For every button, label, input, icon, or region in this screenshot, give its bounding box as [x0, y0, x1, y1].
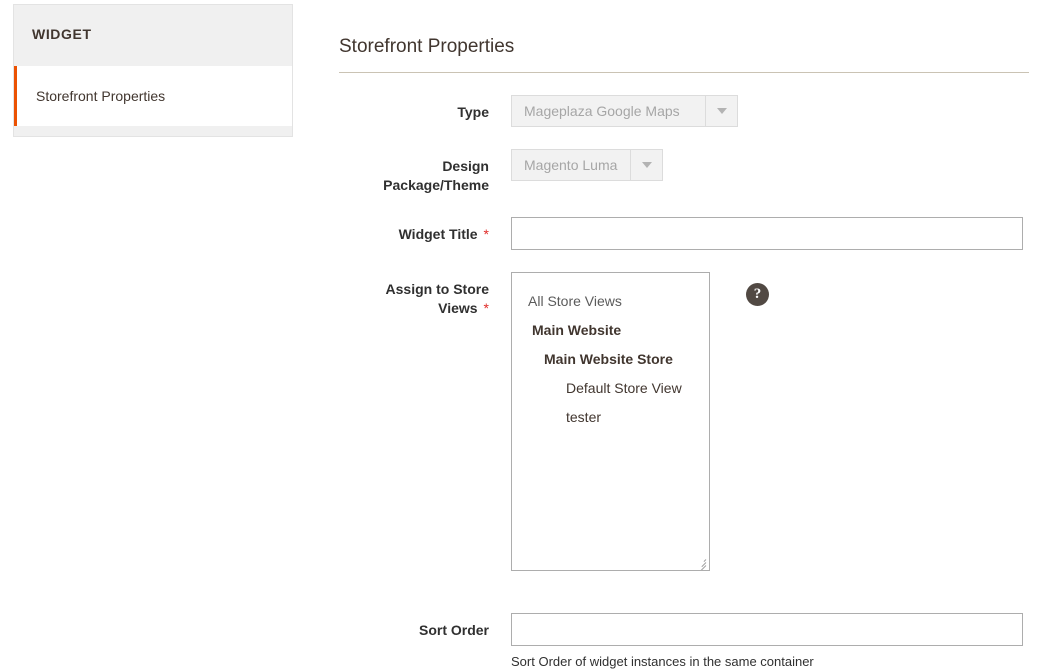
sidebar-item-label: Storefront Properties: [36, 88, 165, 104]
design-package-select-value: Magento Luma: [512, 150, 630, 180]
list-item[interactable]: Main Website: [512, 316, 709, 345]
sort-order-note: Sort Order of widget instances in the sa…: [511, 654, 814, 669]
field-label-type-text: Type: [457, 104, 489, 120]
field-control-assign-store-views: All Store Views Main Website Main Websit…: [511, 272, 769, 571]
design-package-select[interactable]: Magento Luma: [511, 149, 663, 181]
type-select[interactable]: Mageplaza Google Maps: [511, 95, 738, 127]
field-label-assign-store-views-text: Assign to Store Views: [386, 281, 489, 316]
field-row-sort-order: Sort Order Sort Order of widget instance…: [339, 613, 1029, 669]
field-control-sort-order: Sort Order of widget instances in the sa…: [511, 613, 1023, 669]
field-label-sort-order-text: Sort Order: [419, 622, 489, 638]
field-label-widget-title: Widget Title *: [339, 217, 489, 244]
resize-handle[interactable]: [694, 555, 708, 569]
sidebar: WIDGET Storefront Properties: [13, 4, 293, 137]
list-item[interactable]: All Store Views: [512, 287, 709, 316]
list-item[interactable]: Default Store View: [512, 374, 709, 403]
widget-title-input[interactable]: [511, 217, 1023, 250]
required-asterisk: *: [484, 300, 489, 316]
list-item[interactable]: Main Website Store: [512, 345, 709, 374]
required-asterisk: *: [484, 226, 489, 242]
question-mark-icon[interactable]: ?: [746, 283, 769, 306]
field-label-sort-order: Sort Order: [339, 613, 489, 640]
chevron-down-icon: [705, 96, 737, 126]
field-label-widget-title-text: Widget Title: [399, 226, 478, 242]
field-row-widget-title: Widget Title *: [339, 217, 1029, 250]
sidebar-item-storefront-properties[interactable]: Storefront Properties: [14, 66, 292, 126]
type-select-value: Mageplaza Google Maps: [512, 96, 705, 126]
sort-order-input[interactable]: [511, 613, 1023, 646]
field-control-type: Mageplaza Google Maps: [511, 95, 738, 127]
list-item[interactable]: tester: [512, 403, 709, 432]
field-label-type: Type: [339, 95, 489, 122]
field-row-assign-store-views: Assign to Store Views* All Store Views M…: [339, 272, 1029, 571]
field-label-design-package: Design Package/Theme: [339, 149, 489, 195]
sidebar-header-title: WIDGET: [32, 26, 92, 42]
chevron-down-icon: [630, 150, 662, 180]
main-content: Storefront Properties Type Mageplaza Goo…: [339, 0, 1029, 669]
widget-edit-page: WIDGET Storefront Properties Storefront …: [0, 0, 1043, 670]
field-row-design-package: Design Package/Theme Magento Luma: [339, 149, 1029, 195]
sidebar-body: Storefront Properties: [13, 62, 293, 137]
field-label-design-package-text: Design Package/Theme: [383, 158, 489, 193]
page-title: Storefront Properties: [339, 36, 1029, 73]
field-control-design-package: Magento Luma: [511, 149, 663, 181]
sidebar-header: WIDGET: [13, 4, 293, 62]
field-control-widget-title: [511, 217, 1023, 250]
store-views-listbox[interactable]: All Store Views Main Website Main Websit…: [511, 272, 710, 571]
field-row-type: Type Mageplaza Google Maps: [339, 95, 1029, 127]
field-label-assign-store-views: Assign to Store Views*: [339, 272, 489, 318]
